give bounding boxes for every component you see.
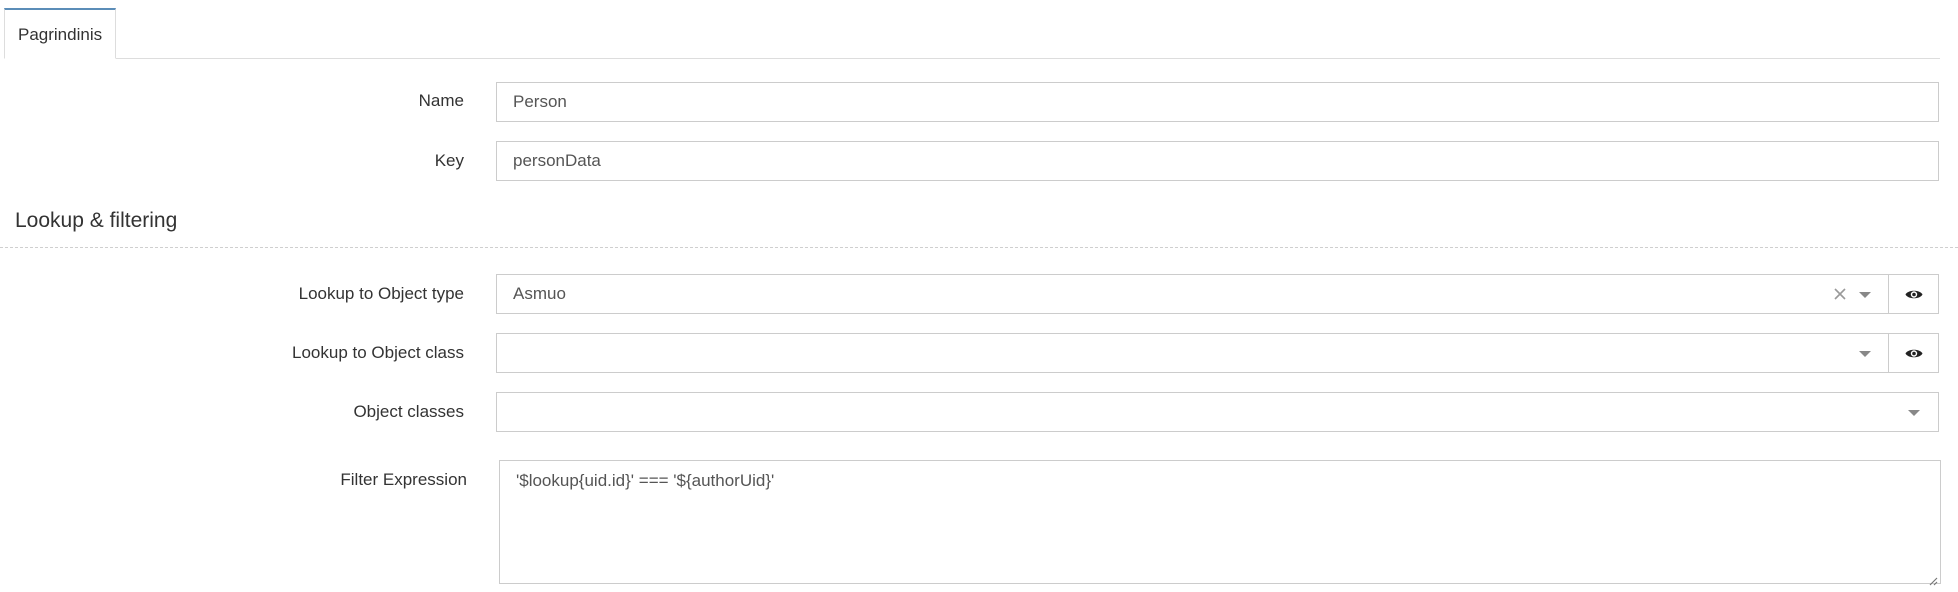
object-type-select[interactable]: Asmuo (496, 274, 1889, 314)
filter-expression-textarea[interactable]: '$lookup{uid.id}' === '${authorUid}' (499, 460, 1941, 586)
chevron-down-icon[interactable] (1859, 351, 1871, 357)
name-input[interactable]: Person (496, 82, 1939, 122)
section-title: Lookup & filtering (15, 209, 178, 232)
object-class-view-button[interactable] (1888, 333, 1939, 373)
object-type-value: Asmuo (513, 284, 566, 303)
object-type-label: Lookup to Object type (298, 284, 464, 303)
name-label: Name (418, 91, 464, 110)
resize-grip-icon[interactable] (1928, 571, 1938, 586)
chevron-down-icon[interactable] (1908, 410, 1920, 416)
tab-pagrindinis[interactable]: Pagrindinis (4, 8, 117, 59)
close-icon[interactable] (1830, 283, 1850, 305)
object-class-select[interactable] (496, 333, 1889, 373)
chevron-down-icon[interactable] (1859, 292, 1871, 298)
object-classes-label: Object classes (353, 402, 464, 421)
key-label: Key (434, 151, 464, 170)
filter-expression-label: Filter Expression (340, 470, 467, 489)
key-input[interactable]: personData (496, 141, 1939, 181)
tab-bar: Pagrindinis (4, 0, 1940, 59)
object-classes-select[interactable] (496, 392, 1939, 432)
filter-expression-value: '$lookup{uid.id}' === '${authorUid}' (516, 471, 775, 490)
object-class-label: Lookup to Object class (292, 343, 464, 362)
section-divider (0, 247, 1958, 248)
object-type-view-button[interactable] (1888, 274, 1939, 314)
